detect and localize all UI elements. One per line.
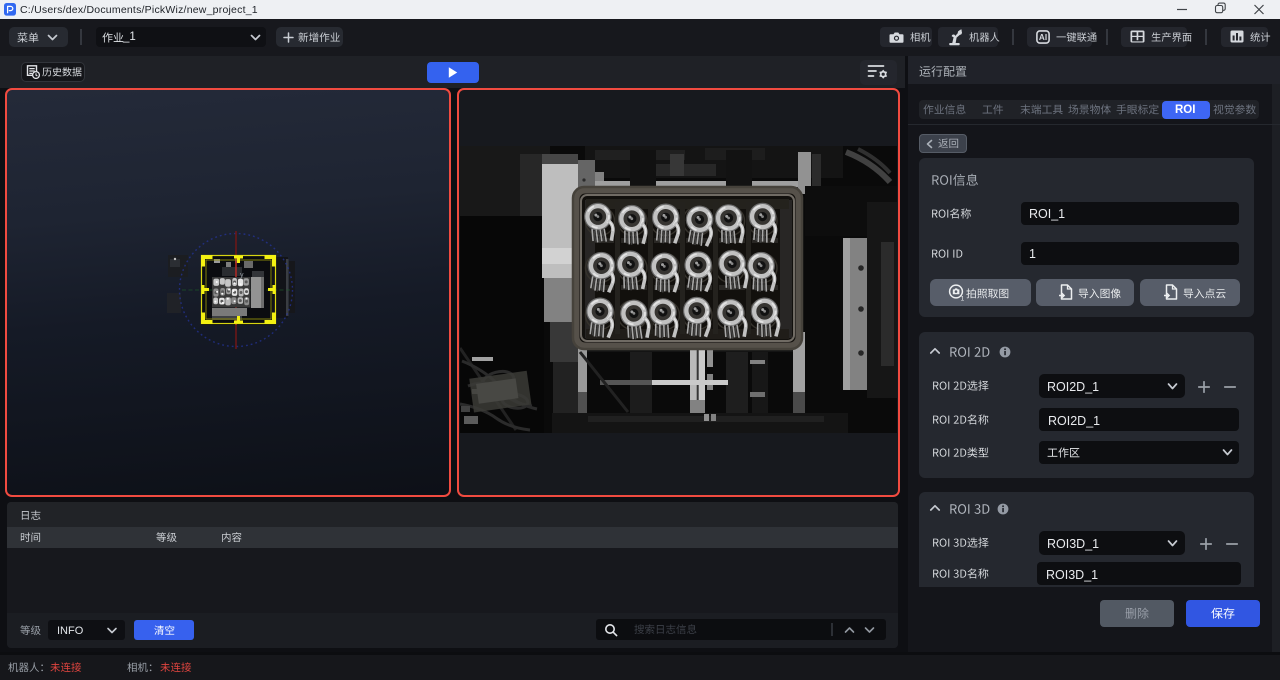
svg-text:y: y xyxy=(240,272,244,279)
svg-text:AI: AI xyxy=(1039,33,1047,42)
svg-text:1: 1 xyxy=(961,295,964,301)
